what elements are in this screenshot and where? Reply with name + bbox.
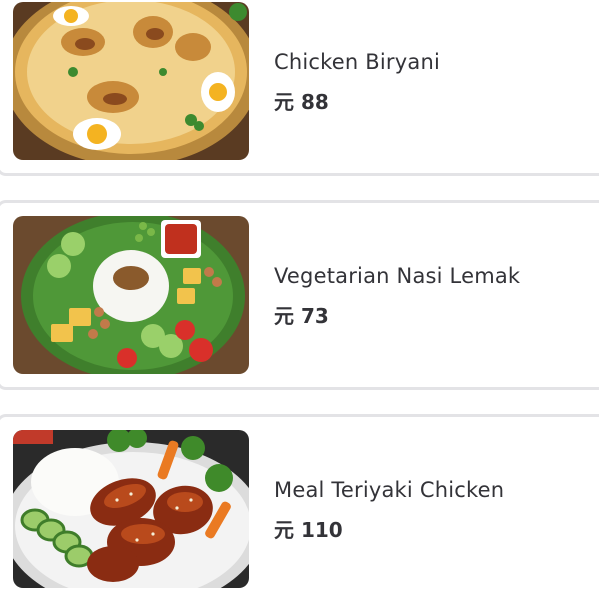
dish-name[interactable]: Chicken Biryani xyxy=(274,50,440,74)
dish-name[interactable]: Meal Teriyaki Chicken xyxy=(274,478,504,502)
dish-price: 元 73 xyxy=(274,304,329,328)
dish-image-vegetarian-nasi-lemak[interactable] xyxy=(13,216,249,374)
dish-image-meal-teriyaki-chicken[interactable] xyxy=(13,430,249,588)
dish-price: 元 88 xyxy=(274,90,329,114)
dish-image-chicken-biryani[interactable] xyxy=(13,2,249,160)
dish-price: 元 110 xyxy=(274,518,343,542)
menu-list: Chicken Biryani 元 88 Vegetarian Nasi Lem… xyxy=(0,0,599,600)
dish-name[interactable]: Vegetarian Nasi Lemak xyxy=(274,264,520,288)
